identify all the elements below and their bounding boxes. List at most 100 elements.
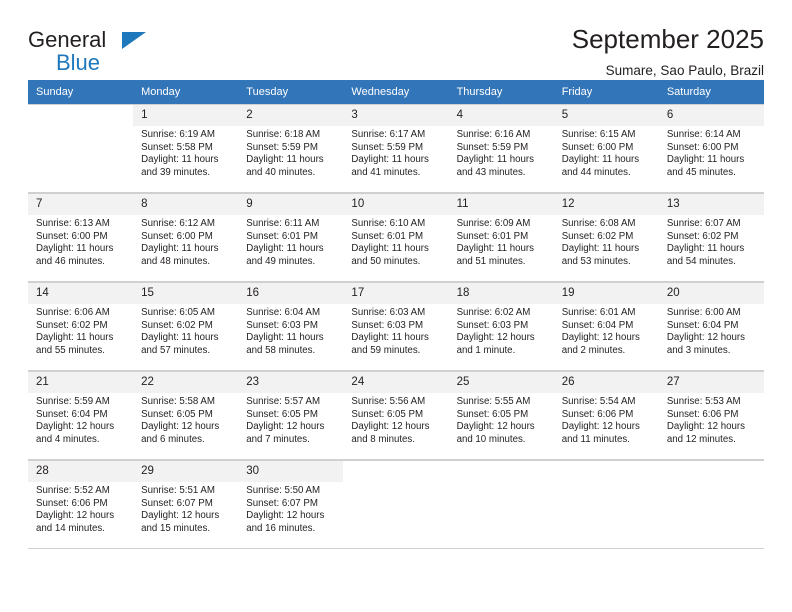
day-details: Sunrise: 5:50 AM Sunset: 6:07 PM Daylight:… (238, 482, 343, 535)
calendar-day-8[interactable]: 8 Sunrise: 6:12 AM Sunset: 6:00 PM Daylight… (133, 193, 239, 282)
sunrise-text: Sunrise: 5:56 AM (351, 396, 426, 407)
day-details: Sunrise: 6:11 AM Sunset: 6:01 PM Daylight:… (238, 215, 343, 268)
calendar-day-2[interactable]: 2 Sunrise: 6:18 AM Sunset: 5:59 PM Daylight… (238, 104, 344, 193)
day-number (28, 105, 133, 126)
calendar-week-row: 14 Sunrise: 6:06 AM Sunset: 6:02 PM Dayligh… (28, 282, 764, 371)
calendar-day-11[interactable]: 11 Sunrise: 6:09 AM Sunset: 6:01 PM Dayligh… (448, 193, 554, 282)
calendar-day-16[interactable]: 16 Sunrise: 6:04 AM Sunset: 6:03 PM Dayligh… (238, 282, 344, 371)
weekday-header-wednesday: Wednesday (343, 80, 449, 104)
calendar-day-25[interactable]: 25 Sunrise: 5:55 AM Sunset: 6:05 PM Dayligh… (448, 371, 554, 460)
calendar-day-23[interactable]: 23 Sunrise: 5:57 AM Sunset: 6:05 PM Dayligh… (238, 371, 344, 460)
sunrise-text: Sunrise: 6:09 AM (456, 218, 531, 229)
calendar-day-19[interactable]: 19 Sunrise: 6:01 AM Sunset: 6:04 PM Dayligh… (553, 282, 659, 371)
day-number: 9 (238, 194, 344, 215)
sunrise-text: Sunrise: 6:01 AM (561, 307, 636, 318)
calendar-cell: 22 Sunrise: 5:58 AM Sunset: 6:05 PM Dayligh… (133, 371, 239, 460)
sunrise-text: Sunrise: 6:06 AM (36, 307, 110, 318)
calendar-day-6[interactable]: 6 Sunrise: 6:14 AM Sunset: 6:00 PM Daylight… (658, 104, 764, 193)
calendar-day-24[interactable]: 24 Sunrise: 5:56 AM Sunset: 6:05 PM Dayligh… (343, 371, 449, 460)
daylight-text: Daylight: 11 hours and 49 minutes. (246, 243, 324, 267)
sunset-text: Sunset: 6:02 PM (36, 319, 108, 331)
day-details: Sunrise: 5:53 AM Sunset: 6:06 PM Daylight:… (659, 393, 764, 446)
sunrise-text: Sunrise: 5:59 AM (36, 396, 110, 407)
sunrise-text: Sunrise: 6:08 AM (561, 218, 636, 229)
calendar-day-27[interactable]: 27 Sunrise: 5:53 AM Sunset: 6:06 PM Dayligh… (658, 371, 764, 460)
sunset-text: Sunset: 6:04 PM (666, 319, 739, 331)
calendar-day-29[interactable]: 29 Sunrise: 5:51 AM Sunset: 6:07 PM Dayligh… (133, 460, 239, 549)
calendar-day-12[interactable]: 12 Sunrise: 6:08 AM Sunset: 6:02 PM Dayligh… (553, 193, 659, 282)
calendar-cell: 8 Sunrise: 6:12 AM Sunset: 6:00 PM Daylight… (133, 193, 239, 282)
day-number (554, 461, 659, 482)
calendar-cell: 6 Sunrise: 6:14 AM Sunset: 6:00 PM Daylight… (658, 104, 764, 193)
sunset-text: Sunset: 6:03 PM (246, 319, 318, 331)
calendar-cell: 25 Sunrise: 5:55 AM Sunset: 6:05 PM Dayligh… (448, 371, 554, 460)
calendar-day-26[interactable]: 26 Sunrise: 5:54 AM Sunset: 6:06 PM Dayligh… (553, 371, 659, 460)
daylight-text: Daylight: 11 hours and 58 minutes. (246, 332, 324, 356)
calendar-day-17[interactable]: 17 Sunrise: 6:03 AM Sunset: 6:03 PM Dayligh… (343, 282, 449, 371)
calendar-day-14[interactable]: 14 Sunrise: 6:06 AM Sunset: 6:02 PM Dayligh… (28, 282, 134, 371)
calendar-day-empty (28, 104, 134, 193)
calendar-day-1[interactable]: 1 Sunrise: 6:19 AM Sunset: 5:58 PM Daylight… (133, 104, 239, 193)
calendar-day-9[interactable]: 9 Sunrise: 6:11 AM Sunset: 6:01 PM Daylight… (238, 193, 344, 282)
calendar-cell: 30 Sunrise: 5:50 AM Sunset: 6:07 PM Dayligh… (238, 460, 344, 549)
daylight-text: Daylight: 11 hours and 40 minutes. (246, 154, 324, 178)
day-details: Sunrise: 5:57 AM Sunset: 6:05 PM Daylight:… (238, 393, 343, 446)
daylight-text: Daylight: 12 hours and 12 minutes. (666, 421, 745, 445)
calendar-day-20[interactable]: 20 Sunrise: 6:00 AM Sunset: 6:04 PM Dayligh… (658, 282, 764, 371)
day-details: Sunrise: 6:01 AM Sunset: 6:04 PM Daylight:… (554, 304, 659, 357)
calendar-day-5[interactable]: 5 Sunrise: 6:15 AM Sunset: 6:00 PM Daylight… (553, 104, 659, 193)
sunrise-text: Sunrise: 6:02 AM (456, 307, 531, 318)
calendar-day-18[interactable]: 18 Sunrise: 6:02 AM Sunset: 6:03 PM Dayligh… (448, 282, 554, 371)
day-details: Sunrise: 6:02 AM Sunset: 6:03 PM Daylight:… (449, 304, 554, 357)
calendar-day-10[interactable]: 10 Sunrise: 6:10 AM Sunset: 6:01 PM Dayligh… (343, 193, 449, 282)
calendar-cell: 9 Sunrise: 6:11 AM Sunset: 6:01 PM Daylight… (238, 193, 344, 282)
calendar-cell (28, 104, 134, 193)
day-details: Sunrise: 6:16 AM Sunset: 5:59 PM Daylight:… (449, 126, 554, 179)
calendar-day-4[interactable]: 4 Sunrise: 6:16 AM Sunset: 5:59 PM Daylight… (448, 104, 554, 193)
sunrise-text: Sunrise: 6:04 AM (246, 307, 321, 318)
daylight-text: Daylight: 12 hours and 2 minutes. (561, 332, 640, 356)
day-number: 12 (553, 194, 659, 215)
day-number: 17 (343, 283, 449, 304)
calendar-day-22[interactable]: 22 Sunrise: 5:58 AM Sunset: 6:05 PM Dayligh… (133, 371, 239, 460)
weekday-header-thursday: Thursday (448, 80, 554, 104)
day-number: 16 (238, 283, 344, 304)
calendar-day-13[interactable]: 13 Sunrise: 6:07 AM Sunset: 6:02 PM Dayligh… (658, 193, 764, 282)
day-details: Sunrise: 6:03 AM Sunset: 6:03 PM Daylight:… (343, 304, 448, 357)
sunrise-text: Sunrise: 6:14 AM (666, 129, 741, 140)
calendar-day-28[interactable]: 28 Sunrise: 5:52 AM Sunset: 6:06 PM Dayligh… (28, 460, 134, 549)
calendar-page: General Blue September 2025 Sumare, Sao … (0, 0, 792, 612)
sunset-text: Sunset: 6:05 PM (246, 408, 318, 420)
calendar-day-3[interactable]: 3 Sunrise: 6:17 AM Sunset: 5:59 PM Daylight… (343, 104, 449, 193)
day-number: 3 (343, 105, 449, 126)
sunset-text: Sunset: 6:06 PM (36, 497, 108, 509)
daylight-text: Daylight: 12 hours and 11 minutes. (561, 421, 640, 445)
day-number: 1 (133, 105, 239, 126)
sunset-text: Sunset: 6:04 PM (561, 319, 634, 331)
sunset-text: Sunset: 5:59 PM (246, 141, 318, 153)
day-details: Sunrise: 6:05 AM Sunset: 6:02 PM Daylight:… (133, 304, 238, 357)
calendar-day-15[interactable]: 15 Sunrise: 6:05 AM Sunset: 6:02 PM Dayligh… (133, 282, 239, 371)
daylight-text: Daylight: 12 hours and 7 minutes. (246, 421, 325, 445)
sunrise-text: Sunrise: 5:57 AM (246, 396, 321, 407)
day-number: 24 (343, 372, 449, 393)
sunrise-text: Sunrise: 6:11 AM (246, 218, 320, 229)
day-number: 28 (28, 461, 134, 482)
day-number (659, 461, 764, 482)
sunset-text: Sunset: 6:00 PM (666, 141, 739, 153)
sunset-text: Sunset: 6:01 PM (246, 230, 318, 242)
sunset-text: Sunset: 6:00 PM (36, 230, 108, 242)
location-subtitle: Sumare, Sao Paulo, Brazil (605, 63, 764, 78)
calendar-cell: 29 Sunrise: 5:51 AM Sunset: 6:07 PM Dayligh… (133, 460, 239, 549)
day-details: Sunrise: 5:54 AM Sunset: 6:06 PM Daylight:… (554, 393, 659, 446)
calendar-day-30[interactable]: 30 Sunrise: 5:50 AM Sunset: 6:07 PM Dayligh… (238, 460, 344, 549)
calendar-day-7[interactable]: 7 Sunrise: 6:13 AM Sunset: 6:00 PM Daylight… (28, 193, 134, 282)
day-details: Sunrise: 6:19 AM Sunset: 5:58 PM Daylight:… (133, 126, 238, 179)
weekday-header-friday: Friday (553, 80, 659, 104)
general-blue-logo[interactable]: General Blue (28, 22, 228, 88)
calendar-cell: 19 Sunrise: 6:01 AM Sunset: 6:04 PM Dayligh… (553, 282, 659, 371)
calendar-day-21[interactable]: 21 Sunrise: 5:59 AM Sunset: 6:04 PM Dayligh… (28, 371, 134, 460)
calendar-day-empty (343, 460, 449, 549)
day-details: Sunrise: 6:04 AM Sunset: 6:03 PM Daylight:… (238, 304, 343, 357)
sunrise-text: Sunrise: 6:00 AM (666, 307, 741, 318)
